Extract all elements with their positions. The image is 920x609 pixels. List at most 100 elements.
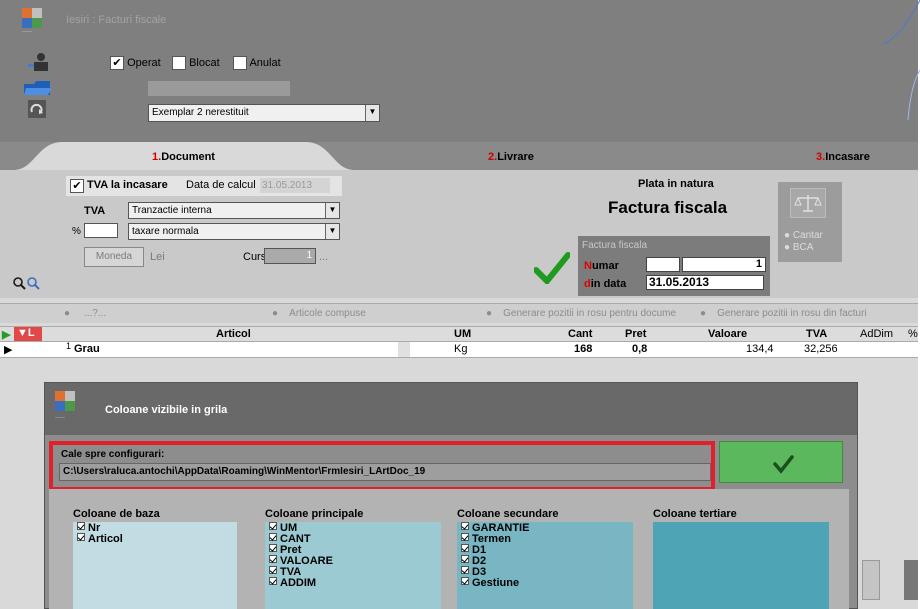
taxare-value: taxare normala	[132, 226, 199, 237]
ok-button[interactable]	[719, 441, 843, 483]
numar-first-letter: N	[584, 260, 592, 272]
row-nr: 1	[66, 341, 72, 351]
tab-livrare-num: 2.	[488, 151, 498, 163]
scale-icon	[794, 195, 822, 212]
row-tva: 32,256	[804, 343, 838, 355]
blocat-check-box[interactable]	[172, 56, 186, 70]
col-articol[interactable]: Articol	[216, 328, 251, 340]
refresh-icon[interactable]	[28, 100, 46, 118]
col-l-label: L	[27, 327, 35, 339]
config-path-field[interactable]: C:\Users\raluca.antochi\AppData\Roaming\…	[59, 463, 711, 481]
chevron-down-icon[interactable]: ▼	[325, 203, 339, 218]
gridbtn-generare-2-label: Generare pozitii in rosu din facturi	[717, 308, 867, 319]
item-label: Gestiune	[472, 577, 520, 589]
bca-label: BCA	[792, 242, 814, 253]
anulat-check-box[interactable]	[233, 56, 247, 70]
col-cant[interactable]: Cant	[568, 328, 592, 340]
tva-incasare-label: TVA la incasare	[87, 179, 168, 191]
curs-field[interactable]: 1	[264, 248, 316, 264]
moneda-button[interactable]: Moneda	[84, 247, 144, 267]
list-item[interactable]: Termen	[461, 533, 629, 545]
chevron-down-icon[interactable]: ▼	[365, 105, 379, 121]
col-addim[interactable]: AdDim	[860, 328, 893, 340]
cantar-radio[interactable]: ● Cantar	[784, 230, 823, 241]
panel-principale: Coloane principale UM CANT Pret VALOARE …	[265, 509, 441, 609]
operat-label: Operat	[127, 56, 161, 69]
row-um: Kg	[454, 343, 468, 355]
col-um[interactable]: UM	[454, 328, 471, 340]
list-item[interactable]: D1	[461, 544, 629, 556]
curs-label: Curs	[243, 251, 267, 263]
list-item[interactable]: Gestiune	[461, 577, 629, 589]
panel-tertiare-title: Coloane tertiare	[653, 508, 737, 520]
grid-toolbar: ● ...?... ● Articole compuse ● Generare …	[0, 303, 918, 323]
person-icon[interactable]	[28, 52, 50, 72]
taxare-select[interactable]: taxare normala ▼	[128, 223, 340, 240]
anulat-label: Anulat	[249, 56, 281, 69]
list-tertiare	[653, 522, 829, 609]
gridbtn-question-label: ...?...	[83, 308, 107, 319]
row-cant: 168	[574, 343, 593, 355]
list-item[interactable]: Articol	[77, 533, 233, 545]
date-field[interactable]: 31.05.2013	[646, 275, 764, 290]
row-articol-button[interactable]	[398, 342, 410, 357]
doc-type-label: Factura fiscala	[582, 240, 648, 251]
config-path-box: Cale spre configurari: C:\Users\raluca.a…	[49, 441, 715, 491]
scale-button[interactable]	[790, 188, 826, 218]
list-item[interactable]: ADDIM	[269, 577, 437, 589]
dialog-title: Coloane vizibile in grila	[105, 404, 228, 416]
list-baza: Nr Articol	[73, 522, 237, 609]
gridbtn-question[interactable]: ● ...?...	[64, 308, 106, 319]
gridbtn-articole-compuse[interactable]: ● Articole compuse	[272, 308, 366, 319]
gridbtn-articole-label: Articole compuse	[289, 308, 366, 319]
list-principale: UM CANT Pret VALOARE TVA ADDIM	[265, 522, 441, 609]
tab-document[interactable]: 1.Document	[152, 151, 215, 163]
svg-text:·····: ·····	[22, 29, 32, 34]
panel-baza-title: Coloane de baza	[73, 508, 160, 520]
col-valoare[interactable]: Valoare	[708, 328, 747, 340]
dialog-header: ····· Coloane vizibile in grila	[45, 383, 857, 435]
side-button[interactable]	[904, 560, 918, 600]
data-calcul-field[interactable]: 31.05.2013	[260, 178, 330, 193]
gridbtn-generare-1-label: Generare pozitii in rosu pentru docume	[503, 308, 677, 319]
data-calcul-label: Data de calcul	[186, 179, 256, 191]
tab-document-label: Document	[161, 151, 215, 163]
tab-incasare[interactable]: 3.Incasare	[816, 151, 870, 163]
col-tva[interactable]: TVA	[806, 328, 827, 340]
exemplar-value: Exemplar 2 nerestituit	[152, 107, 249, 118]
gridbtn-generare-1[interactable]: ● Generare pozitii in rosu pentru docume	[486, 308, 676, 319]
table-row[interactable]: ▶ 1 Grau Kg 168 0,8 134,4 32,256	[0, 341, 918, 358]
blocat-checkbox[interactable]: Blocat	[172, 56, 220, 70]
search-icon[interactable]	[12, 276, 42, 295]
description-field[interactable]	[148, 81, 290, 96]
row-pointer-icon: ▶	[4, 344, 13, 356]
tab-incasare-label: Incasare	[825, 151, 870, 163]
col-pret[interactable]: Pret	[625, 328, 646, 340]
anulat-checkbox[interactable]: Anulat	[233, 56, 281, 70]
tva-select[interactable]: Tranzactie interna ▼	[128, 202, 340, 219]
col-percent[interactable]: %	[908, 328, 918, 340]
app-logo-icon: ·····	[22, 8, 44, 35]
chevron-down-icon[interactable]: ▼	[325, 224, 339, 239]
operat-checkbox[interactable]: ✔ Operat	[110, 56, 161, 70]
open-folder-icon[interactable]	[24, 80, 52, 96]
tva-incasare-checkbox[interactable]: ✔	[70, 179, 84, 193]
numar-series-field[interactable]	[646, 257, 680, 272]
percent-field[interactable]	[84, 223, 118, 238]
numar-field[interactable]: 1	[682, 257, 766, 272]
numar-label: umar	[591, 260, 619, 272]
tab-livrare[interactable]: 2.Livrare	[488, 151, 534, 163]
tva-value: Tranzactie interna	[132, 205, 212, 216]
bca-radio[interactable]: ● BCA	[784, 242, 813, 253]
decorative-arc	[883, 0, 920, 120]
scrollbar[interactable]	[862, 560, 880, 600]
list-item[interactable]: D2	[461, 555, 629, 567]
panel-tertiare: Coloane tertiare	[653, 509, 829, 609]
gridbtn-generare-2[interactable]: ● Generare pozitii in rosu din facturi	[700, 308, 867, 319]
exemplar-select[interactable]: Exemplar 2 nerestituit ▼	[148, 104, 380, 122]
col-l[interactable]: ▼L	[14, 327, 42, 341]
plata-natura-label: Plata in natura	[638, 178, 714, 190]
tab-livrare-label: Livrare	[497, 151, 534, 163]
curs-ellipsis[interactable]: ...	[319, 251, 328, 263]
operat-check-box[interactable]: ✔	[110, 56, 124, 70]
